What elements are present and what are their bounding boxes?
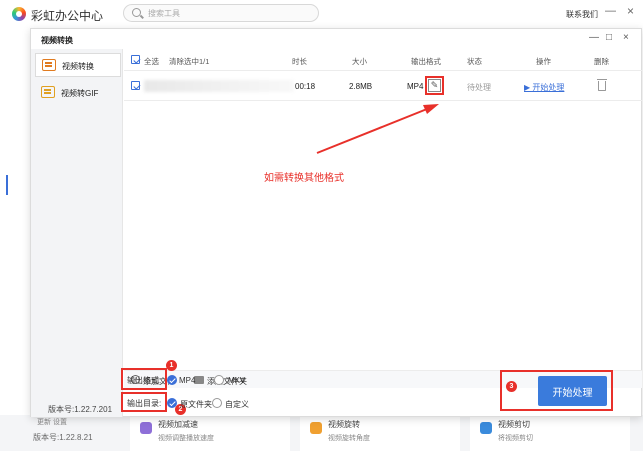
dir-custom-label[interactable]: 自定义 xyxy=(225,399,249,410)
annotation-arrow-icon xyxy=(316,104,439,154)
tool-card-title: 视频加减速 xyxy=(158,420,198,429)
tool-card-desc: 将视频剪切 xyxy=(498,435,533,442)
rotate-icon xyxy=(310,422,322,434)
badge-1: 1 xyxy=(166,360,177,371)
format-mp4-radio[interactable] xyxy=(167,375,177,385)
dir-original-radio[interactable] xyxy=(167,398,177,408)
dialog-minimize-button[interactable]: — xyxy=(589,32,599,43)
video-convert-icon xyxy=(42,59,56,71)
dialog-title: 视频转换 xyxy=(41,36,73,45)
app-logo-icon xyxy=(12,7,26,21)
app-header: 彩虹办公中心 联系我们 — × xyxy=(0,0,643,28)
output-format-label: 输出格式: xyxy=(127,376,162,385)
table-row: 00:18 2.8MB MP4 ✎ 待处理 ▶ 开始处理 xyxy=(124,71,642,101)
sidebar-active-indicator xyxy=(6,175,8,195)
app-version: 版本号:1.22.8.21 xyxy=(33,433,93,442)
select-all-label[interactable]: 全选 xyxy=(144,56,159,67)
column-delete: 删除 xyxy=(594,57,609,66)
row-checkbox[interactable] xyxy=(131,81,140,90)
row-duration: 00:18 xyxy=(295,82,316,91)
row-start-button[interactable]: ▶ 开始处理 xyxy=(524,82,564,93)
tool-card-rotate[interactable]: 视频旋转 视频旋转角度 xyxy=(300,415,460,451)
column-status: 状态 xyxy=(467,57,482,66)
app-minimize-button[interactable]: — xyxy=(605,5,616,17)
format-mp4-label[interactable]: MP4 xyxy=(179,376,195,385)
sidebar-item-label: 视频转换 xyxy=(62,62,94,71)
trash-icon[interactable] xyxy=(597,79,607,91)
row-size: 2.8MB xyxy=(349,82,373,91)
speed-icon xyxy=(140,422,152,434)
sidebar-item-video-to-gif[interactable]: 视频转GIF xyxy=(35,81,121,105)
app-close-button[interactable]: × xyxy=(627,4,634,18)
row-format: MP4 xyxy=(407,82,424,91)
sidebar-item-label: 视频转GIF xyxy=(61,89,99,98)
table-header: 全选 清除选中1/1 时长 大小 输出格式 状态 操作 删除 xyxy=(124,49,642,71)
edit-format-icon[interactable]: ✎ xyxy=(428,79,441,92)
column-duration: 时长 xyxy=(292,57,307,66)
start-process-button[interactable]: 开始处理 xyxy=(538,376,607,406)
format-mkv-radio[interactable] xyxy=(214,375,224,385)
column-size: 大小 xyxy=(352,57,367,66)
cut-icon xyxy=(480,422,492,434)
footer-links: 更新 设置 xyxy=(37,419,67,426)
add-folder-icon[interactable] xyxy=(194,376,204,384)
video-convert-dialog: 视频转换 — □ × 视频转换 视频转GIF 版本号:1.22.7.201 全选… xyxy=(30,28,642,417)
column-action: 操作 xyxy=(536,57,551,66)
dialog-close-button[interactable]: × xyxy=(623,32,629,43)
app-title: 彩虹办公中心 xyxy=(31,9,104,23)
dir-original-label[interactable]: 原文件夹 xyxy=(180,399,212,410)
output-dir-label: 输出目录: xyxy=(127,399,162,408)
row-status: 待处理 xyxy=(467,83,491,92)
dialog-sidebar: 视频转换 视频转GIF 版本号:1.22.7.201 xyxy=(31,49,123,417)
clear-selected-link[interactable]: 清除选中1/1 xyxy=(169,56,209,67)
file-name-blurred xyxy=(144,80,294,92)
tool-card-cut[interactable]: 视频剪切 将视频剪切 xyxy=(470,415,630,451)
search-icon xyxy=(132,8,141,17)
select-all-checkbox[interactable] xyxy=(131,55,140,64)
tool-card-speed[interactable]: 视频加减速 视频调整播放速度 xyxy=(130,415,290,451)
format-annotation: 如需转换其他格式 xyxy=(264,173,344,184)
sidebar-item-video-convert[interactable]: 视频转换 xyxy=(35,53,121,77)
tool-card-title: 视频剪切 xyxy=(498,420,530,429)
dir-custom-radio[interactable] xyxy=(212,398,222,408)
tool-card-title: 视频旋转 xyxy=(328,420,360,429)
contact-us-link[interactable]: 联系我们 xyxy=(566,9,598,20)
search-box[interactable] xyxy=(123,4,319,22)
dialog-version: 版本号:1.22.7.201 xyxy=(48,405,113,414)
format-mkv-label[interactable]: MKV xyxy=(228,376,245,385)
dialog-maximize-button[interactable]: □ xyxy=(606,32,612,43)
dialog-content: 全选 清除选中1/1 时长 大小 输出格式 状态 操作 删除 00:18 2.8… xyxy=(124,49,642,417)
column-output-format: 输出格式 xyxy=(411,57,441,66)
gif-icon xyxy=(41,86,55,98)
tool-card-desc: 视频调整播放速度 xyxy=(158,435,214,442)
search-input[interactable] xyxy=(148,7,308,19)
tool-card-desc: 视频旋转角度 xyxy=(328,435,370,442)
